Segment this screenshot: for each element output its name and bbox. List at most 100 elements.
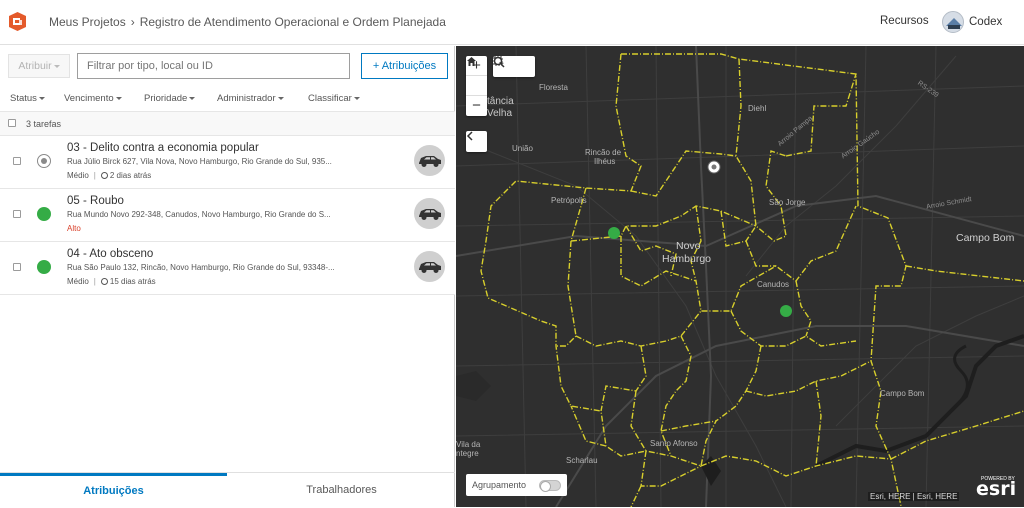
chevron-down-icon [189, 96, 196, 100]
due-dropdown[interactable]: Vencimento [64, 93, 122, 104]
grouping-switch[interactable] [539, 480, 561, 492]
task-checkbox[interactable] [13, 210, 21, 218]
map-label: ntegre [456, 449, 479, 458]
task-title: 05 - Roubo [67, 195, 124, 207]
breadcrumb-current: Registro de Atendimento Operacional e Or… [139, 15, 446, 29]
task-address: Rua Mundo Novo 292-348, Canudos, Novo Ha… [67, 210, 331, 219]
clock-icon [100, 172, 108, 179]
chevron-left-icon [466, 131, 473, 141]
task-row[interactable]: 05 - Roubo Rua Mundo Novo 292-348, Canud… [0, 189, 455, 242]
priority-dropdown[interactable]: Prioridade [144, 93, 196, 104]
task-row[interactable]: 04 - Ato obsceno Rua São Paulo 132, Rinc… [0, 242, 455, 295]
filter-input[interactable] [77, 53, 350, 79]
status-dropdown[interactable]: Status [10, 93, 45, 104]
task-row[interactable]: 03 - Delito contra a economia popular Ru… [0, 136, 455, 189]
map-label: Floresta [539, 83, 568, 92]
tab-workers[interactable]: Trabalhadores [228, 473, 455, 508]
assignment-panel: Atribuir + Atribuições Status Vencimento… [0, 46, 455, 507]
tab-assignments[interactable]: Atribuições [0, 473, 227, 508]
map-view[interactable]: stância Velha Floresta Diehl União Rincã… [456, 46, 1024, 507]
chevron-down-icon [53, 64, 60, 68]
task-address: Rua Júlio Birck 627, Vila Nova, Novo Ham… [67, 157, 332, 166]
app-header: Meus Projetos › Registro de Atendimento Op… [0, 0, 1024, 45]
task-title: 03 - Delito contra a economia popular [67, 142, 259, 154]
map-label: Campo Bom [880, 389, 925, 398]
home-icon [467, 57, 476, 66]
breadcrumb: Meus Projetos › Registro de Atendimento Op… [49, 15, 446, 29]
status-dropdown-label: Status [10, 93, 37, 104]
car-icon [414, 145, 445, 176]
user-menu[interactable]: Codex [942, 11, 1002, 33]
status-assigned-icon [37, 207, 51, 221]
panel-toolbar: Atribuir + Atribuições [0, 46, 455, 86]
zoom-controls: + − [466, 56, 487, 116]
collapse-panel-button[interactable] [466, 131, 487, 152]
task-checkbox[interactable] [13, 157, 21, 165]
task-address: Rua São Paulo 132, Rincão, Novo Hamburgo… [67, 263, 335, 272]
sort-dropdown[interactable]: Classificar [308, 93, 360, 104]
add-assignment-button[interactable]: + Atribuições [361, 53, 448, 79]
select-area-button[interactable] [493, 56, 535, 77]
resources-link[interactable]: Recursos [880, 15, 929, 27]
task-priority: Alto [67, 224, 81, 233]
task-priority: Médio [67, 171, 89, 180]
map-label: Vila da [456, 440, 481, 449]
map-label: Velha [487, 108, 513, 119]
map-attribution[interactable]: Esri, HERE | Esri, HERE [868, 492, 960, 501]
map-label: Scharlau [566, 456, 598, 465]
home-button[interactable] [466, 57, 487, 96]
map-task-point[interactable] [608, 227, 620, 239]
grouping-label: Agrupamento [472, 480, 527, 490]
map-canvas[interactable] [456, 46, 1024, 507]
task-age: 15 dias atrás [109, 277, 156, 286]
map-label: Petrópolis [551, 196, 587, 205]
task-count: 3 tarefas [26, 119, 62, 129]
task-age: 2 dias atrás [109, 171, 152, 180]
map-label: Novo [676, 240, 701, 252]
map-label: Diehl [748, 104, 767, 113]
breadcrumb-separator: › [130, 15, 135, 29]
assign-button[interactable]: Atribuir [8, 54, 70, 78]
chevron-down-icon [277, 96, 284, 100]
select-area-icon [493, 56, 504, 67]
esri-logo[interactable]: esri [976, 478, 1016, 500]
task-checkbox[interactable] [13, 263, 21, 271]
user-name: Codex [969, 16, 1003, 28]
status-unassigned-icon [37, 154, 51, 168]
workforce-logo-icon[interactable] [9, 12, 26, 31]
map-label: Canudos [757, 280, 790, 289]
avatar [942, 11, 964, 33]
map-label: União [512, 144, 533, 153]
chevron-down-icon [353, 96, 360, 100]
sort-bar: Status Vencimento Prioridade Administrad… [0, 88, 455, 112]
status-assigned-icon [37, 260, 51, 274]
map-label: Ilhéus [594, 157, 616, 166]
select-all-checkbox[interactable] [8, 119, 16, 127]
due-dropdown-label: Vencimento [64, 93, 114, 104]
map-task-point[interactable] [780, 305, 792, 317]
task-meta: Médio | 15 dias atrás [67, 277, 156, 286]
map-tools [493, 56, 535, 77]
car-icon [414, 198, 445, 229]
clock-icon [100, 278, 108, 285]
zoom-out-button[interactable]: − [466, 96, 487, 116]
task-count-bar: 3 tarefas [0, 112, 455, 136]
admin-dropdown[interactable]: Administrador [217, 93, 284, 104]
task-meta: Médio | 2 dias atrás [67, 171, 152, 180]
task-priority: Médio [67, 277, 89, 286]
map-label: Rincão de [585, 148, 622, 157]
panel-tabs: Atribuições Trabalhadores [0, 472, 455, 507]
task-title: 04 - Ato obsceno [67, 248, 154, 260]
sort-dropdown-label: Classificar [308, 93, 352, 104]
assign-label: Atribuir [18, 60, 52, 72]
chevron-down-icon [38, 96, 45, 100]
map-label: Hamburgo [662, 253, 712, 265]
grouping-toggle[interactable]: Agrupamento [466, 474, 567, 496]
map-label: São Jorge [769, 198, 806, 207]
breadcrumb-home[interactable]: Meus Projetos [49, 15, 126, 29]
map-label: Santo Afonso [650, 439, 698, 448]
admin-dropdown-label: Administrador [217, 93, 276, 104]
task-meta: Alto [67, 224, 81, 233]
chevron-down-icon [115, 96, 122, 100]
priority-dropdown-label: Prioridade [144, 93, 188, 104]
